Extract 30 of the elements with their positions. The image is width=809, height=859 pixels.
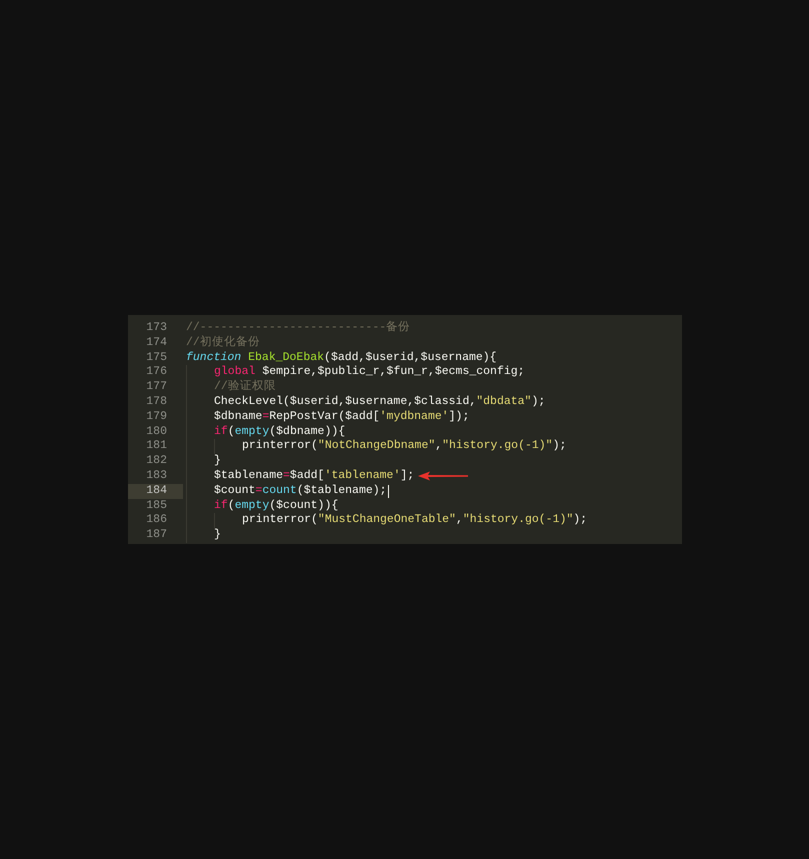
line-number: 184	[128, 484, 183, 499]
line-number: 186	[145, 513, 168, 528]
code-line: $tablename=$add['tablename'];	[214, 468, 414, 484]
line-number: 177	[145, 380, 168, 395]
line-number: 180	[145, 424, 168, 440]
code-line: $count=count($tablename);	[214, 484, 387, 499]
code-line: $dbname=RepPostVar($add['mydbname']);	[214, 410, 470, 425]
code-line: //---------------------------备份	[186, 321, 410, 335]
code-line: //初使化备份	[186, 336, 260, 351]
code-line: CheckLevel($userid,$username,$classid,"dbdata");	[214, 394, 546, 410]
code-line: function Ebak_DoEbak($add,$userid,$username){	[186, 350, 497, 366]
line-number: 173	[145, 321, 168, 336]
line-number: 182	[145, 454, 168, 469]
code-line: global $empire,$public_r,$fun_r,$ecms_config;	[214, 365, 525, 380]
code-line: if(empty($dbname)){	[214, 424, 346, 440]
line-number: 176	[145, 365, 168, 380]
code-line: }	[214, 454, 221, 469]
line-number: 181	[145, 439, 168, 454]
line-number: 185	[145, 498, 168, 514]
line-number: 179	[145, 410, 168, 425]
line-number: 187	[145, 528, 168, 543]
line-number: 174	[145, 336, 168, 351]
code-line: //验证权限	[214, 380, 276, 395]
code-line: }	[214, 528, 221, 543]
line-number: 183	[145, 468, 168, 484]
line-number: 178	[145, 394, 168, 410]
code-line: if(empty($count)){	[214, 498, 338, 514]
line-number: 175	[145, 350, 168, 366]
code-line: printerror("NotChangeDbname","history.go(-1)");	[242, 439, 566, 454]
code-line: printerror("MustChangeOneTable","history.go(-1)");	[242, 513, 588, 528]
